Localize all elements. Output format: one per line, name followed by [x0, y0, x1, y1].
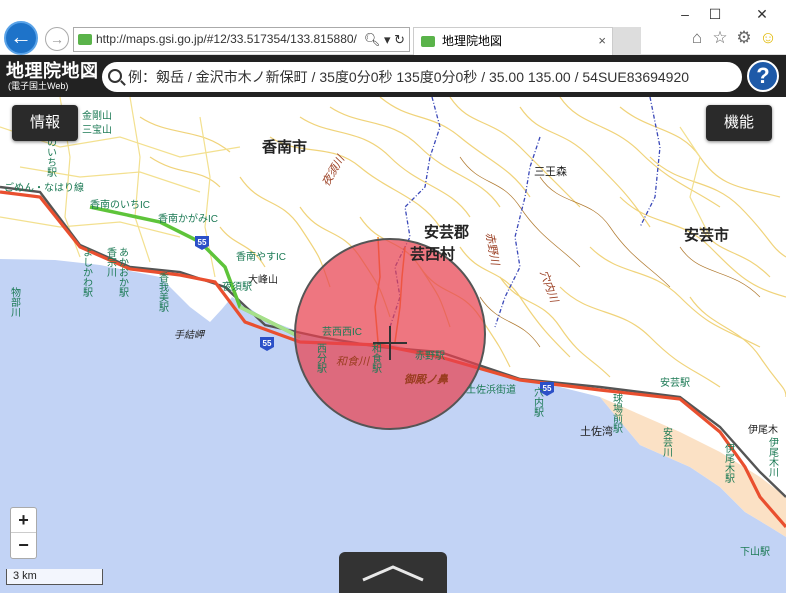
map-label-yasu-station: 夜須駅: [222, 280, 252, 293]
map-label-konomi-station: 香我美駅: [157, 272, 169, 313]
map-label-konan-noichi-ic: 香南のいちIC: [90, 198, 150, 211]
help-button[interactable]: ?: [747, 60, 779, 92]
tab-gsi-map[interactable]: 地理院地図 ×: [413, 27, 613, 55]
map-label-mononobe-river: 物部川: [9, 286, 21, 317]
scale-bar: 3 km: [6, 569, 103, 585]
map-label-gomen-line: ごめん・なはり線: [4, 181, 84, 194]
map-graphic: 55 55 55 香南市 安芸郡 芸西村 安芸市 三王森 土佐湾 大峰山 手結岬…: [0, 97, 786, 593]
map-label-geisei-nishi-ic: 芸西西IC: [322, 325, 362, 338]
map-label-iono-river: 伊尾木川: [767, 437, 779, 477]
map-label-wajiki-station: 和食駅: [370, 343, 382, 374]
map-label-aki-station: 安芸駅: [660, 376, 690, 389]
map-label-konan-kagami-ic: 香南かがみIC: [158, 212, 218, 225]
search-placeholder: 例：剱岳 / 金沢市木ノ新保町 / 35度0分0秒 135度0分0秒 / 35.…: [128, 69, 690, 85]
address-bar[interactable]: http://maps.gsi.go.jp/#12/33.517354/133.…: [73, 27, 410, 52]
bottom-panel-toggle[interactable]: [339, 552, 447, 593]
map-label-kyujo-mae-station: 球場前駅: [611, 392, 623, 434]
back-button[interactable]: ←: [4, 21, 38, 55]
gsi-header: 地理院地図 (電子国土Web) 例：剱岳 / 金沢市木ノ新保町 / 35度0分0…: [0, 55, 786, 97]
map-label-konan-yasu-ic: 香南やすIC: [236, 250, 286, 263]
gear-icon[interactable]: ⚙: [733, 28, 755, 48]
tab-favicon-icon: [421, 36, 435, 47]
search-input[interactable]: 例：剱岳 / 金沢市木ノ新保町 / 35度0分0秒 135度0分0秒 / 35.…: [102, 62, 742, 92]
route-shield-label: 55: [198, 238, 207, 247]
map-label-nishibun-station: 西分駅: [315, 343, 327, 374]
route-shield-label: 55: [263, 339, 272, 348]
browser-chrome: – ☐ ✕ ← → http://maps.gsi.go.jp/#12/33.5…: [0, 0, 786, 55]
map-label-sanpoyama: 三宝山: [82, 123, 112, 136]
map-label-anai-station: 穴内駅: [532, 386, 544, 418]
minimize-button[interactable]: –: [670, 4, 700, 24]
info-button[interactable]: 情報: [12, 105, 79, 141]
logo-title: 地理院地図: [6, 61, 99, 81]
map-label-konan-city: 香南市: [262, 138, 307, 156]
map-label-aki-city: 安芸市: [684, 226, 729, 244]
map-canvas[interactable]: 55 55 55 香南市 安芸郡 芸西村 安芸市 三王森 土佐湾 大峰山 手結岬…: [0, 97, 786, 593]
map-label-iono: 伊尾木: [748, 424, 778, 436]
map-label-aki-river: 安芸川: [661, 426, 673, 457]
map-label-sanno-mori: 三王森: [534, 164, 567, 178]
map-label-tezui-misaki: 手結岬: [174, 329, 206, 341]
map-label-wajiki-river: 和食川: [336, 355, 370, 368]
map-label-shimoyama-station: 下山駅: [740, 546, 770, 558]
map-label-akano-station: 赤野駅: [415, 350, 445, 362]
home-icon[interactable]: ⌂: [686, 28, 708, 48]
map-label-aki-district: 安芸郡: [424, 223, 469, 241]
address-url: http://maps.gsi.go.jp/#12/33.517354/133.…: [96, 32, 357, 46]
zoom-control: + −: [10, 507, 37, 559]
map-label-kosomune-river: 香宗川: [105, 247, 117, 277]
forward-button[interactable]: →: [45, 27, 69, 51]
tab-close-icon[interactable]: ×: [598, 28, 606, 54]
logo-subtitle: (電子国土Web): [8, 81, 69, 91]
tab-title: 地理院地図: [442, 34, 503, 48]
search-icon: [108, 69, 122, 83]
smiley-icon[interactable]: ☺: [757, 28, 779, 48]
site-logo[interactable]: 地理院地図 (電子国土Web): [6, 61, 99, 92]
map-label-akaoka-station: あかおか駅: [117, 247, 129, 298]
map-label-tosa-hama-kaido: 土佐浜街道: [466, 383, 516, 396]
star-icon[interactable]: ☆: [709, 28, 731, 48]
map-label-kanedayama: 金剛山: [82, 109, 112, 122]
map-label-ogohoyama: 大峰山: [248, 273, 278, 286]
zoom-in-button[interactable]: +: [11, 508, 36, 533]
map-label-noichi-station: のいち駅: [45, 137, 57, 178]
map-label-tosa-bay: 土佐湾: [580, 424, 613, 438]
function-button[interactable]: 機能: [706, 105, 773, 141]
site-favicon-icon: [78, 34, 92, 45]
map-label-iono-station: 伊尾木駅: [723, 443, 735, 484]
route-shield-label: 55: [543, 384, 552, 393]
map-label-yoshikawa-station: よしかわ駅: [81, 247, 93, 298]
maximize-button[interactable]: ☐: [700, 4, 730, 24]
close-window-button[interactable]: ✕: [747, 4, 777, 24]
zoom-out-button[interactable]: −: [11, 533, 36, 558]
chevron-up-icon: [362, 565, 424, 582]
map-label-gotono-hana: 御殿ノ鼻: [404, 373, 449, 386]
map-label-geisei-village: 芸西村: [410, 245, 455, 263]
address-bar-actions[interactable]: 🔍︎ ▾ ↻: [364, 28, 405, 51]
new-tab-button[interactable]: [613, 27, 641, 54]
